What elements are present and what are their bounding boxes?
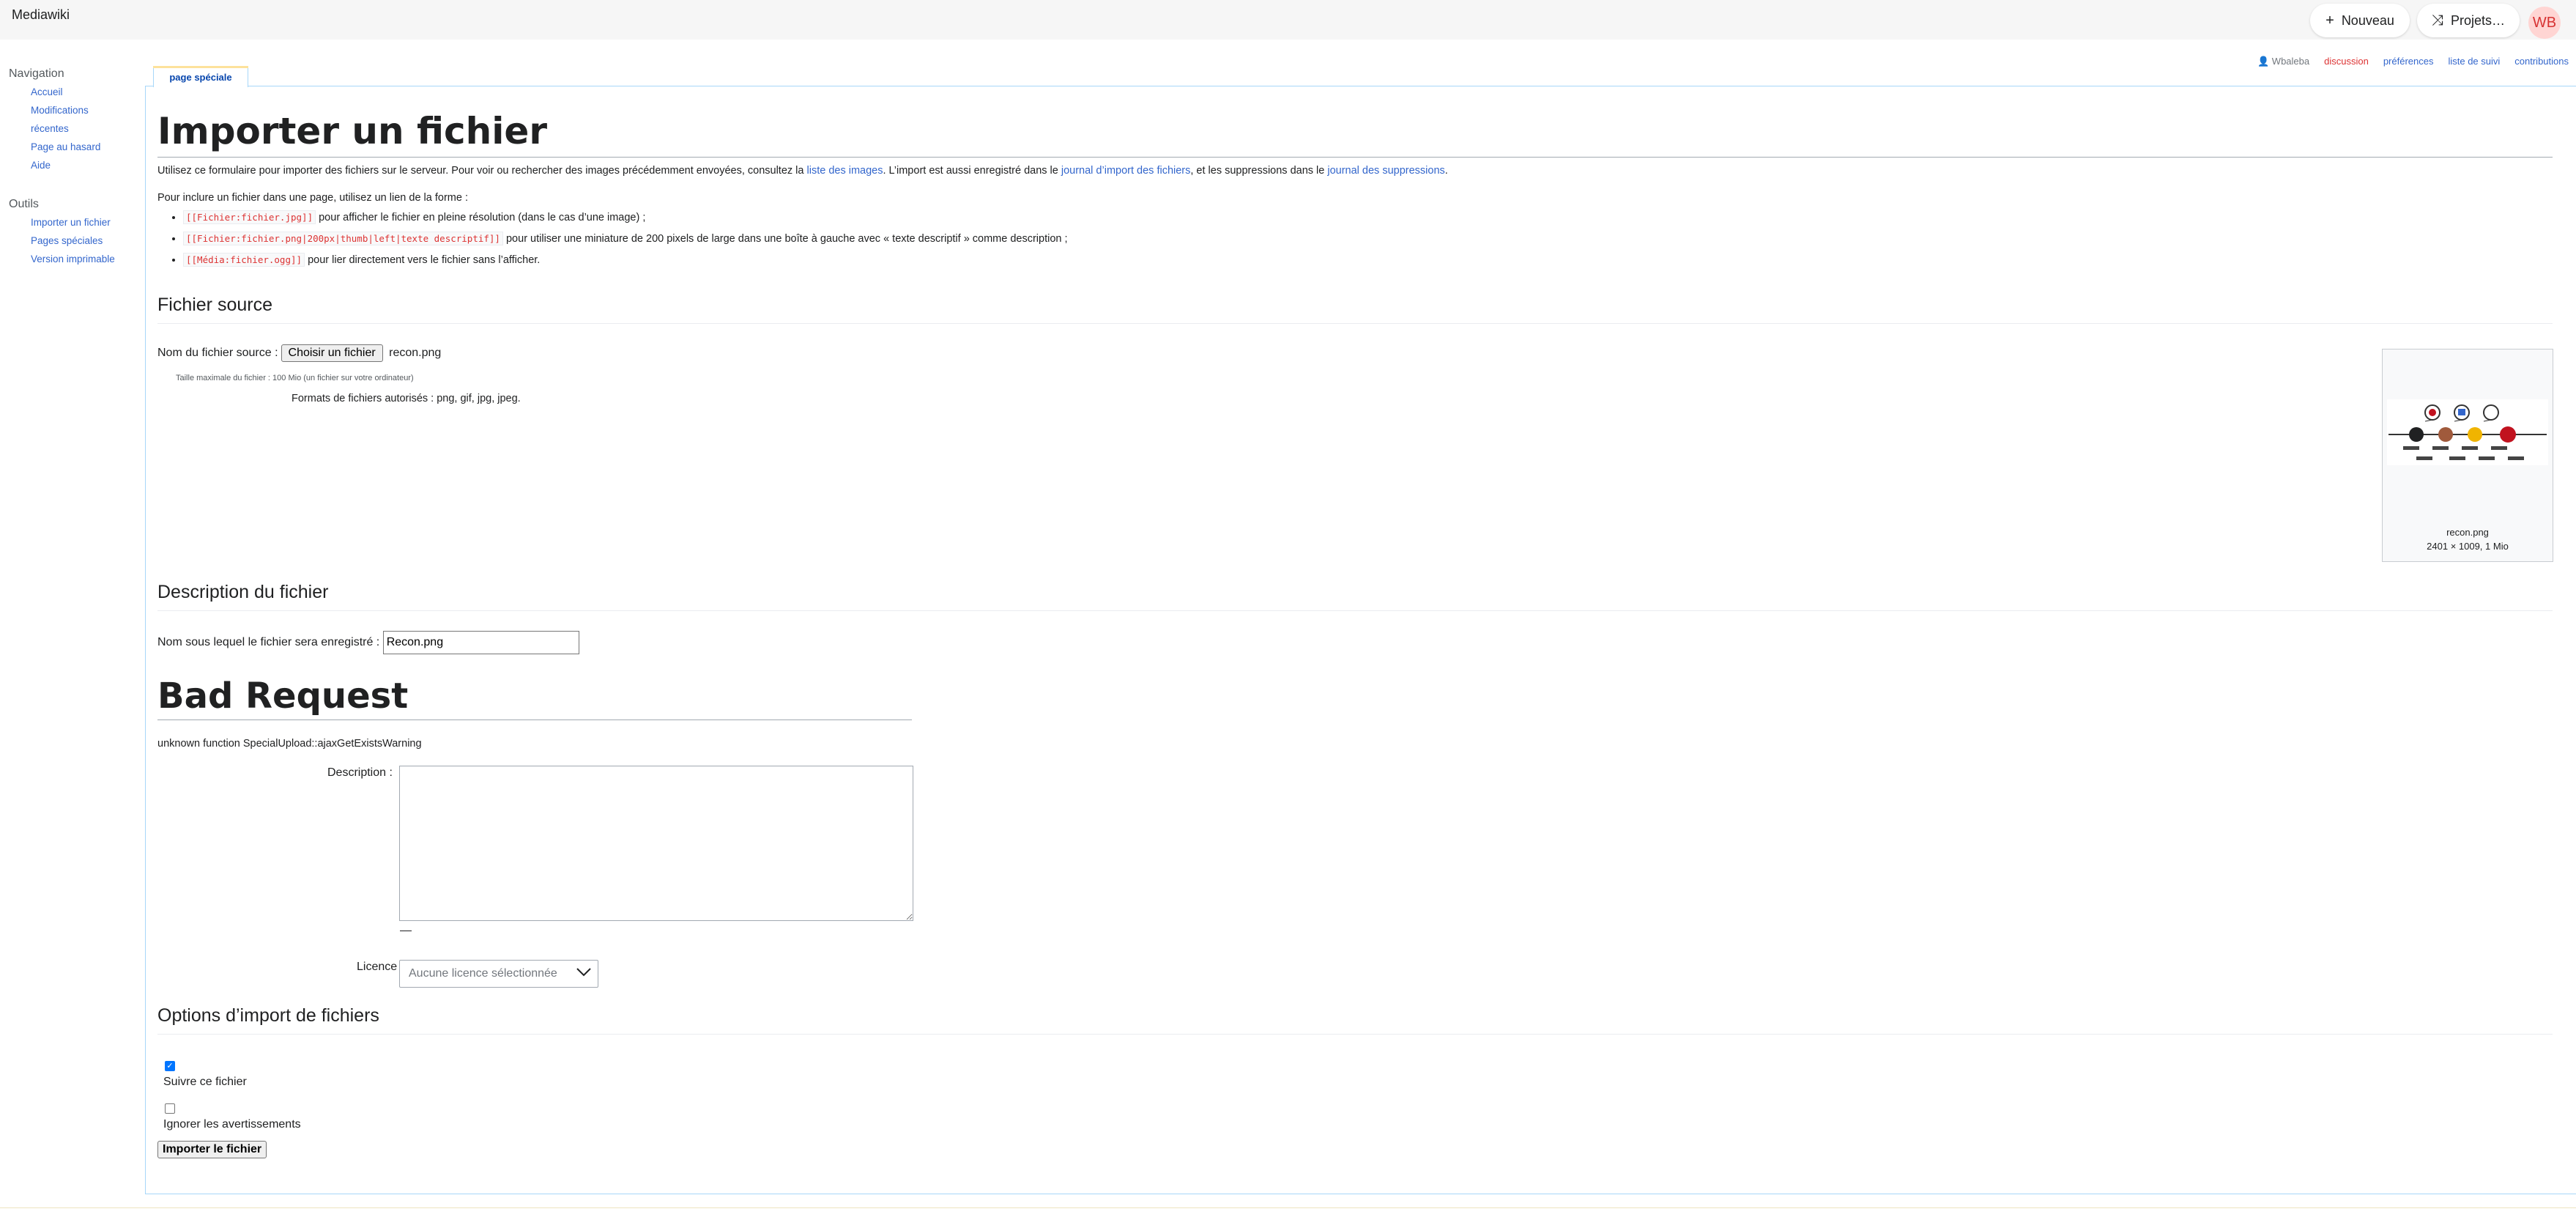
top-bar: Mediawiki + Nouveau ⤨ Projets… WB [0, 0, 2576, 40]
talk-link[interactable]: discussion [2324, 56, 2369, 67]
description-heading: Description du fichier [157, 582, 2553, 611]
sidebar-item-modifications[interactable]: Modifications [31, 105, 89, 116]
code-sample: [[Fichier:fichier.png|200px|thumb|left|t… [183, 232, 503, 245]
sidebar-item-special-pages[interactable]: Pages spéciales [31, 235, 103, 246]
personal-tools: 👤 Wbaleba discussion préférences liste d… [2257, 56, 2569, 67]
preview-info: 2401 × 1009, 1 Mio [2427, 541, 2509, 552]
error-message: unknown function SpecialUpload::ajaxGetE… [157, 738, 422, 750]
user-link[interactable]: 👤 Wbaleba [2257, 56, 2309, 67]
shuffle-icon: ⤨ [2431, 12, 2443, 29]
navigation-heading: Navigation [9, 67, 64, 80]
image-list-link[interactable]: liste des images [807, 165, 883, 177]
choose-file-button[interactable]: Choisir un fichier [281, 344, 383, 362]
code-sample: [[Média:fichier.ogg]] [183, 253, 305, 267]
ignore-warnings-checkbox[interactable] [165, 1103, 175, 1114]
deletion-log-link[interactable]: journal des suppressions [1327, 165, 1444, 177]
list-item: [[Fichier:fichier.png|200px|thumb|left|t… [183, 232, 1068, 246]
include-text: Pour inclure un fichier dans une page, u… [157, 192, 468, 204]
ignore-warnings-label: Ignorer les avertissements [163, 1118, 301, 1131]
footer-strip [0, 1207, 2576, 1217]
new-button-label: Nouveau [2341, 12, 2394, 28]
chosen-file-name: recon.png [389, 347, 442, 359]
avatar[interactable]: WB [2528, 7, 2561, 39]
preview-thumbnail-graphic [2388, 404, 2547, 460]
page-title: Importer un fichier [157, 107, 2553, 158]
projects-button-label: Projets… [2450, 12, 2506, 28]
list-item-text: pour afficher le fichier en pleine résol… [316, 212, 646, 223]
allowed-formats: Formats de fichiers autorisés : png, gif… [292, 393, 521, 404]
dest-filename-input[interactable] [382, 631, 579, 654]
intro-text-3: , et les suppressions dans le [1190, 165, 1328, 177]
license-select[interactable]: Aucune licence sélectionnée [399, 960, 598, 988]
plus-icon: + [2326, 12, 2334, 29]
user-icon: 👤 [2257, 56, 2270, 67]
preview-thumbnail [2387, 399, 2548, 465]
sidebar-item-upload[interactable]: Importer un fichier [31, 217, 111, 228]
description-label: Description : [327, 766, 393, 779]
tools-list: Importer un fichier Pages spéciales Vers… [9, 217, 141, 265]
intro-text-1: Utilisez ce formulaire pour importer des… [157, 165, 807, 177]
upload-submit-button[interactable]: Importer le fichier [157, 1141, 267, 1158]
intro-paragraph: Utilisez ce formulaire pour importer des… [157, 165, 1448, 177]
tab-special-page[interactable]: page spéciale [153, 66, 248, 87]
intro-text-4: . [1444, 165, 1448, 177]
intro-text-2: . L’import est aussi enregistré dans le [883, 165, 1061, 177]
tools-heading: Outils [9, 198, 39, 210]
preview-filename: recon.png [2446, 527, 2489, 538]
sidebar-item-recentes[interactable]: récentes [31, 123, 69, 134]
source-heading: Fichier source [157, 295, 2553, 324]
user-name: Wbaleba [2271, 56, 2310, 67]
chevron-down-icon [576, 967, 592, 981]
license-select-value: Aucune licence sélectionnée [409, 967, 557, 980]
dest-label: Nom sous lequel le fichier sera enregist… [157, 636, 380, 649]
upload-log-link[interactable]: journal d’import des fichiers [1061, 165, 1191, 177]
list-item-text: pour utiliser une miniature de 200 pixel… [502, 233, 1068, 245]
sidebar-item-random[interactable]: Page au hasard [31, 141, 100, 152]
description-textarea[interactable] [399, 766, 913, 921]
sidebar: Navigation Accueil Modifications récente… [9, 67, 141, 292]
code-sample: [[Fichier:fichier.jpg]] [183, 210, 316, 224]
file-preview: recon.png 2401 × 1009, 1 Mio [2382, 349, 2553, 562]
watch-label: Suivre ce fichier [163, 1076, 247, 1088]
dest-row: Nom sous lequel le fichier sera enregist… [157, 631, 579, 654]
contributions-link[interactable]: contributions [2514, 56, 2569, 67]
max-size-note: Taille maximale du fichier : 100 Mio (un… [176, 374, 414, 382]
list-item: [[Média:fichier.ogg]] pour lier directem… [183, 253, 1068, 267]
list-item-text: pour lier directement vers le fichier sa… [305, 254, 541, 266]
navigation-list: Accueil Modifications récentes Page au h… [9, 86, 141, 171]
watch-checkbox[interactable]: ✓ [165, 1061, 175, 1071]
main-content: Importer un fichier Utilisez ce formulai… [157, 88, 2553, 1158]
projects-button[interactable]: ⤨ Projets… [2417, 4, 2520, 37]
source-label: Nom du fichier source : [157, 347, 278, 359]
sidebar-item-printable[interactable]: Version imprimable [31, 254, 115, 265]
preferences-link[interactable]: préférences [2383, 56, 2434, 67]
watchlist-link[interactable]: liste de suivi [2448, 56, 2500, 67]
options-heading: Options d’import de fichiers [157, 1005, 2553, 1035]
license-label: Licence [357, 961, 398, 973]
error-title: Bad Request [157, 674, 912, 720]
site-name[interactable]: Mediawiki [12, 7, 70, 23]
link-forms-list: [[Fichier:fichier.jpg]] pour afficher le… [157, 210, 1068, 274]
new-button[interactable]: + Nouveau [2310, 4, 2410, 37]
sidebar-item-help[interactable]: Aide [31, 160, 51, 171]
sidebar-item-accueil[interactable]: Accueil [31, 86, 63, 97]
list-item: [[Fichier:fichier.jpg]] pour afficher le… [183, 210, 1068, 225]
source-row: Nom du fichier source : Choisir un fichie… [157, 344, 441, 362]
